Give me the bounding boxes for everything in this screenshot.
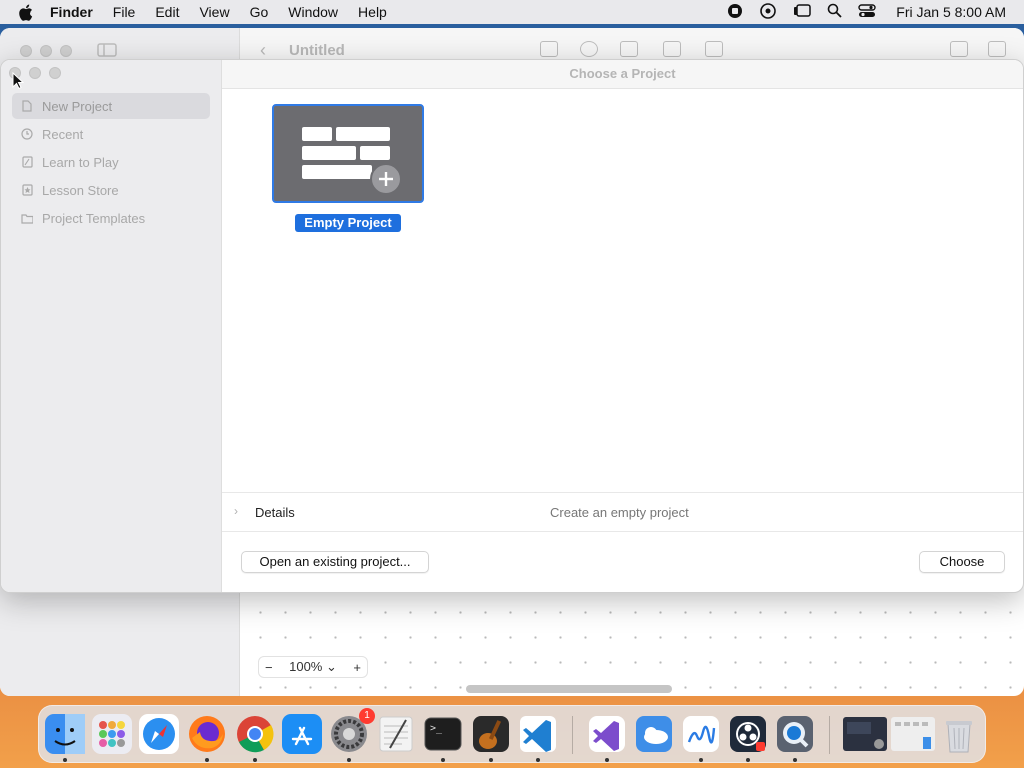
compose-icon[interactable] [988,41,1006,57]
trash-icon[interactable] [939,714,979,754]
zoom-level[interactable]: 100% ⌄ [289,659,337,675]
choose-project-dialog: Choose a Project New Project Recent Lear… [0,59,1024,593]
app-store-icon[interactable] [282,714,322,754]
empty-project-thumbnail-icon [302,127,402,195]
zoom-in-button[interactable]: + [353,660,361,675]
details-label: Details [255,505,295,520]
dock-separator [829,716,830,754]
running-indicator [793,758,797,762]
running-indicator [536,758,540,762]
image-tool-icon[interactable] [663,41,681,57]
settings-badge: 1 [359,708,375,724]
sidebar-item-recent[interactable]: Recent [12,121,210,147]
menu-clock[interactable]: Fri Jan 5 8:00 AM [896,4,1006,20]
details-description: Create an empty project [550,505,689,520]
system-settings-icon[interactable]: 1 [329,708,375,754]
safari-icon[interactable] [139,714,179,754]
sidebar-item-lesson-store[interactable]: Lesson Store [12,177,210,203]
sidebar-item-label: New Project [42,98,113,114]
running-indicator [205,758,209,762]
horizontal-scrollbar[interactable] [466,685,672,693]
background-traffic-lights [20,45,72,57]
dialog-sidebar-list: New Project Recent Learn to Play Lesson … [12,93,210,233]
zoom-button[interactable] [49,67,61,79]
quicktime-icon[interactable] [775,714,815,754]
svg-text:>_: >_ [430,723,443,734]
mouse-cursor-icon [12,72,24,90]
menu-view[interactable]: View [199,4,229,20]
share-icon[interactable] [950,41,968,57]
sidebar-item-label: Recent [42,126,84,142]
menu-file[interactable]: File [113,4,136,20]
sidebar-item-new-project[interactable]: New Project [12,93,210,119]
folder-icon [21,212,33,224]
chrome-icon[interactable] [235,714,275,754]
garageband-icon[interactable] [471,714,511,754]
control-center-icon[interactable] [858,3,876,21]
sidebar-item-label: Learn to Play [42,154,119,170]
weather-icon[interactable] [634,714,674,754]
zoom-out-button[interactable]: − [265,660,273,675]
apple-menu-icon[interactable] [18,4,36,21]
firefox-icon[interactable] [187,714,227,754]
vscode-icon[interactable] [518,714,558,754]
menu-window[interactable]: Window [288,4,338,20]
open-existing-project-button[interactable]: Open an existing project... [241,551,429,573]
menu-edit[interactable]: Edit [155,4,179,20]
document-icon [21,100,33,112]
screenshot-thumbnail-1[interactable] [843,714,887,754]
clock-icon [21,128,33,140]
running-indicator [63,758,67,762]
minimize-button[interactable] [29,67,41,79]
textedit-icon[interactable] [376,714,416,754]
note-tool-icon[interactable] [540,41,558,57]
freeform-icon[interactable] [681,714,721,754]
screenshot-thumbnail-2[interactable] [891,714,935,754]
menu-app-name[interactable]: Finder [50,4,93,20]
empty-project-label[interactable]: Empty Project [295,214,401,232]
choose-button[interactable]: Choose [919,551,1005,573]
running-indicator [605,758,609,762]
finder-icon[interactable] [45,714,85,754]
sidebar-item-learn-to-play[interactable]: Learn to Play [12,149,210,175]
details-row[interactable]: › Details Create an empty project [222,492,1023,532]
menu-bar: Finder File Edit View Go Window Help Fri… [0,0,1024,24]
sidebar-item-label: Project Templates [42,210,146,226]
obs-icon[interactable] [728,714,768,754]
dialog-title: Choose a Project [222,60,1023,89]
folder-tool-icon[interactable] [705,41,723,57]
empty-project-tile[interactable] [272,104,424,203]
running-indicator [746,758,750,762]
stage-manager-icon[interactable] [793,3,812,21]
spotlight-search-icon[interactable] [827,3,842,21]
menu-go[interactable]: Go [250,4,269,20]
running-indicator [441,758,445,762]
canvas-grid[interactable] [242,594,1022,696]
zoom-control: − 100% ⌄ + [258,656,368,678]
screen-record-icon[interactable] [727,3,743,22]
dock: 1 >_ [38,705,986,763]
launchpad-icon[interactable] [92,714,132,754]
book-icon [21,156,33,168]
shape-tool-icon[interactable] [580,41,598,57]
terminal-icon[interactable]: >_ [423,714,463,754]
running-indicator [347,758,351,762]
back-chevron-icon[interactable]: ‹ [260,40,266,61]
sidebar-item-label: Lesson Store [42,182,119,198]
star-icon [21,184,33,196]
running-indicator [489,758,493,762]
running-indicator [699,758,703,762]
creative-cloud-icon[interactable] [759,2,777,22]
background-window-title: Untitled [289,42,345,59]
menu-help[interactable]: Help [358,4,387,20]
sidebar-item-project-templates[interactable]: Project Templates [12,205,210,231]
running-indicator [253,758,257,762]
visual-studio-icon[interactable] [587,714,627,754]
dock-separator [572,716,573,754]
disclosure-chevron-icon[interactable]: › [234,504,238,518]
text-tool-icon[interactable] [620,41,638,57]
